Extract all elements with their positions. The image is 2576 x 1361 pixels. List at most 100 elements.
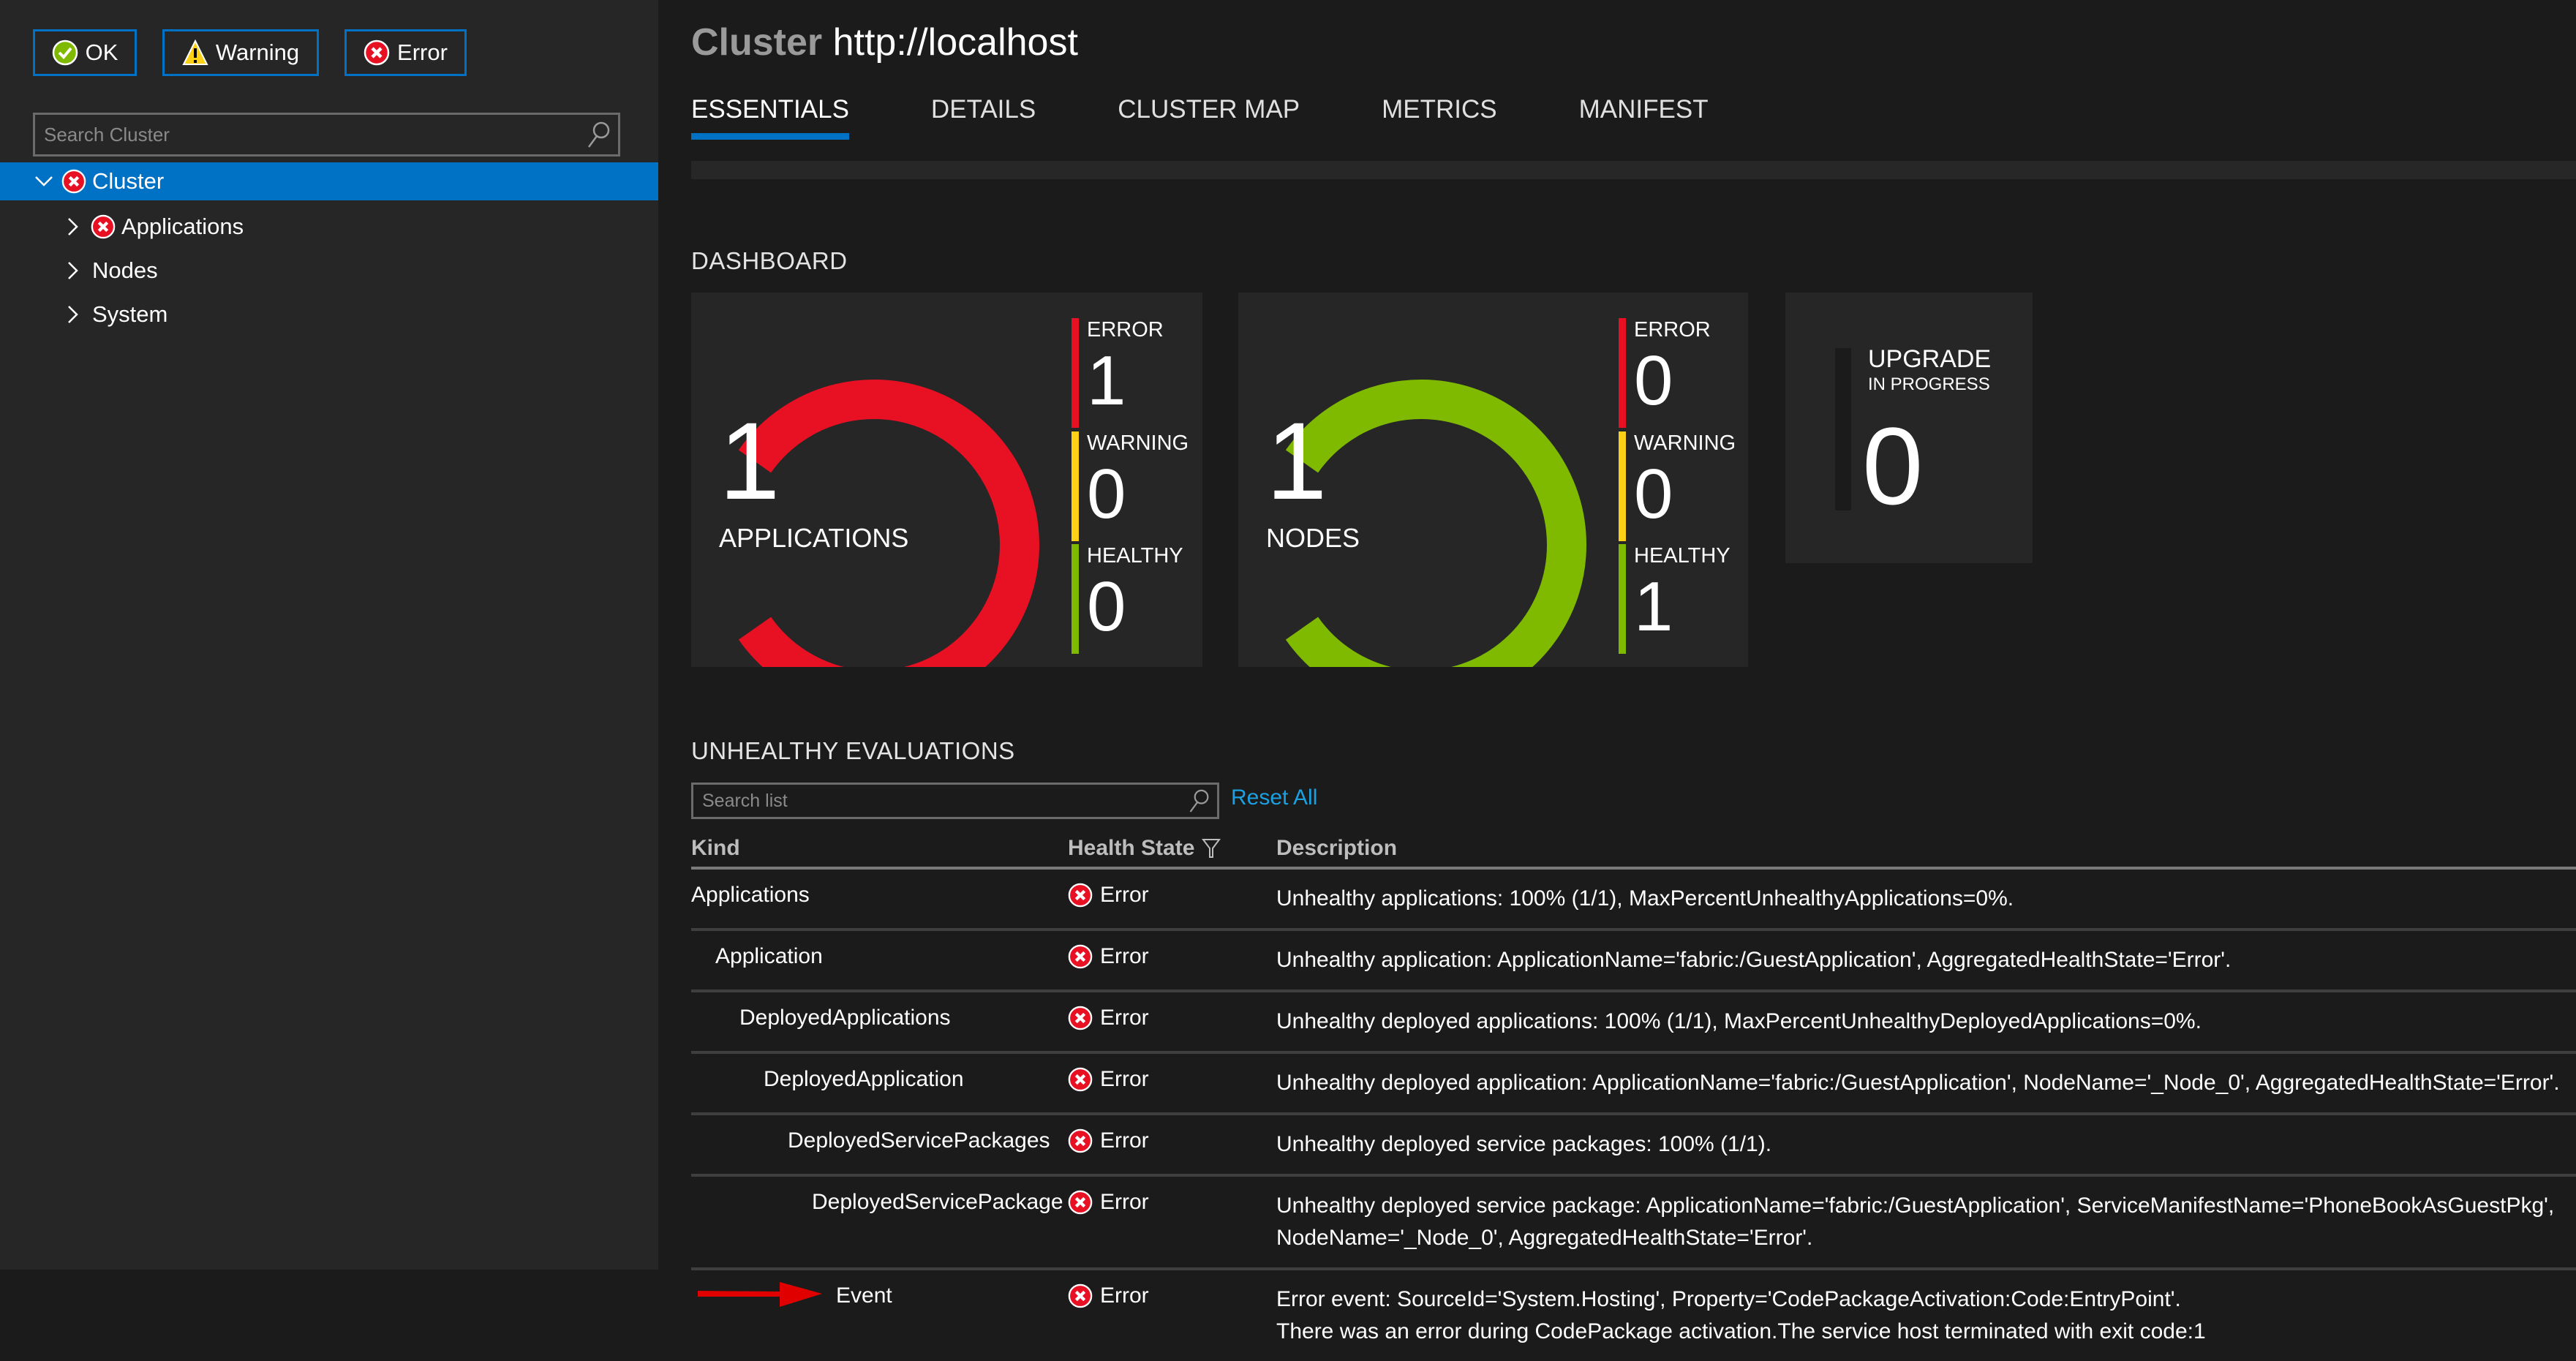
tab-essentials[interactable]: ESSENTIALS [691,95,849,140]
column-header-health-state[interactable]: Health State [1068,836,1221,861]
row-health-state: Error [1068,1067,1149,1092]
row-kind: DeployedApplications [739,1006,951,1030]
upgrade-tile[interactable]: UPGRADE IN PROGRESS 0 [1785,293,2033,563]
search-icon[interactable] [586,121,611,148]
filter-icon[interactable] [1202,837,1221,859]
chevron-right-icon[interactable] [63,304,83,325]
tab-metrics[interactable]: METRICS [1382,95,1497,124]
cluster-search-input[interactable] [35,122,586,147]
table-row[interactable]: Event Error Error event: SourceId='System.… [691,1270,2576,1361]
applications-label: APPLICATIONS [719,523,909,553]
chevron-down-icon[interactable] [34,171,54,192]
evaluations-table: Kind Health State Description Applicatio… [691,830,2576,1361]
info-strip [691,161,2576,179]
stat-label: ERROR [1087,318,1164,342]
tab-bar: ESSENTIALS DETAILS CLUSTER MAP METRICS M… [691,95,1790,140]
tab-cluster-map[interactable]: CLUSTER MAP [1118,95,1300,124]
row-kind: Applications [691,883,810,907]
upgrade-bar [1835,348,1851,510]
tree-item-applications[interactable]: Applications [0,205,658,249]
row-health-state: Error [1068,1006,1149,1030]
health-state-label: Error [1100,1190,1149,1214]
healthy-bar [1619,544,1626,654]
chevron-right-icon[interactable] [63,216,83,237]
row-description: Unhealthy deployed applications: 100% (1… [1276,1009,2202,1033]
table-header: Kind Health State Description [691,830,2576,870]
health-state-label: Error [1100,1006,1149,1030]
row-kind: Event [836,1283,892,1308]
applications-tile[interactable]: 1 APPLICATIONS ERROR 1 WARNING 0 HEALTHY… [691,293,1202,667]
filter-warning-button[interactable]: Warning [162,29,319,76]
health-state-label: Error [1100,1067,1149,1091]
tab-manifest[interactable]: MANIFEST [1579,95,1709,124]
page-title-kind: Cluster [691,21,823,64]
filter-error-label: Error [397,39,448,65]
stat-warning: WARNING 0 [1072,431,1203,541]
tree-item-cluster[interactable]: Cluster [0,162,658,200]
stat-label: WARNING [1087,431,1189,455]
nodes-label: NODES [1266,523,1360,553]
cluster-search-field [33,113,620,157]
applications-count: 1 [719,399,780,522]
tree-item-label: Cluster [92,168,165,194]
chevron-right-icon[interactable] [63,260,83,281]
error-x-icon [1068,1190,1093,1215]
table-row[interactable]: Application Error Unhealthy application: A… [691,931,2576,992]
stat-value: 1 [1634,568,1673,646]
row-health-state: Error [1068,1283,1149,1308]
stat-warning: WARNING 0 [1619,431,1750,541]
row-description: Unhealthy applications: 100% (1/1), MaxP… [1276,886,2014,911]
column-header-kind[interactable]: Kind [691,836,740,861]
nodes-tile[interactable]: 1 NODES ERROR 0 WARNING 0 HEALTHY 1 [1238,293,1748,667]
page-title-name: http://localhost [832,21,1078,64]
filter-ok-button[interactable]: OK [33,29,137,76]
healthy-bar [1072,544,1079,654]
upgrade-label: UPGRADE [1868,345,1992,373]
tree-item-nodes[interactable]: Nodes [0,249,658,293]
search-icon[interactable] [1188,788,1210,813]
row-description: Error event: SourceId='System.Hosting', … [1276,1287,2206,1343]
warning-bar [1619,431,1626,541]
tree-item-system[interactable]: System [0,293,658,336]
row-health-state: Error [1068,1128,1149,1153]
stat-healthy: HEALTHY 0 [1072,544,1203,654]
warning-triangle-icon [182,39,208,65]
health-state-label: Error [1100,1128,1149,1153]
table-body: Applications Error Unhealthy applications:… [691,870,2576,1361]
health-state-label: Error [1100,883,1149,907]
error-x-icon [1068,1128,1093,1153]
reset-all-link[interactable]: Reset All [1231,785,1317,810]
upgrade-value: 0 [1862,404,1924,527]
row-kind: Application [715,944,823,968]
row-kind: DeployedApplication [764,1067,964,1091]
error-x-icon [1068,1006,1093,1030]
tab-details[interactable]: DETAILS [931,95,1036,124]
table-row[interactable]: DeployedServicePackage Error Unhealthy dep… [691,1177,2576,1270]
upgrade-sublabel: IN PROGRESS [1868,374,1990,394]
evaluations-search-field [691,783,1219,819]
column-header-description[interactable]: Description [1276,836,1397,861]
table-row[interactable]: DeployedApplication Error Unhealthy deploy… [691,1054,2576,1115]
tree-item-label: System [92,301,168,327]
stat-error: ERROR 1 [1072,318,1203,428]
stat-label: HEALTHY [1634,544,1730,568]
ok-check-icon [52,39,78,66]
row-health-state: Error [1068,883,1149,908]
error-x-icon [61,169,86,194]
table-row[interactable]: DeployedApplications Error Unhealthy deplo… [691,992,2576,1054]
table-row[interactable]: DeployedServicePackages Error Unhealthy de… [691,1115,2576,1177]
main-panel: Cluster http://localhost ESSENTIALS DETA… [658,0,2576,1343]
stat-value: 0 [1087,455,1126,533]
dashboard-title: DASHBOARD [691,247,848,274]
error-x-icon [1068,883,1093,908]
stat-value: 1 [1087,342,1126,420]
stat-healthy: HEALTHY 1 [1619,544,1750,654]
filter-error-button[interactable]: Error [344,29,467,76]
stat-value: 0 [1087,568,1126,646]
error-x-icon [91,214,116,239]
tree-item-label: Nodes [92,257,158,283]
evaluations-search-input[interactable] [693,789,1188,813]
filter-ok-label: OK [85,39,118,65]
table-row[interactable]: Applications Error Unhealthy applications:… [691,870,2576,931]
page-title: Cluster http://localhost [691,20,1078,64]
